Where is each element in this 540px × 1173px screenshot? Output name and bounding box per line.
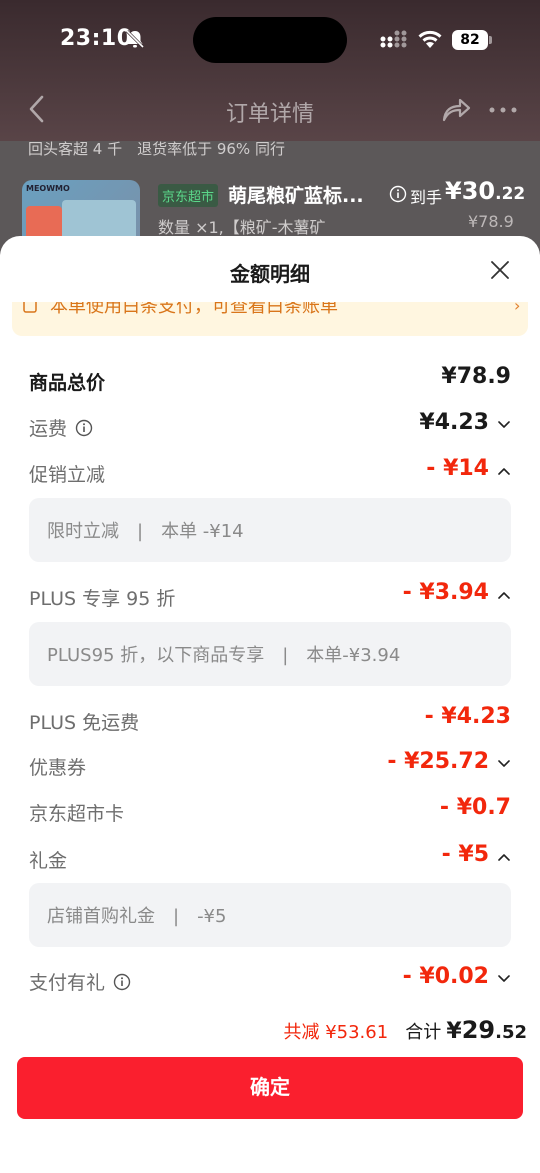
thumbnail-brand: MEOWMO xyxy=(26,184,70,193)
bell-muted-icon xyxy=(125,29,145,49)
total-reduction: 共减 ¥53.61 xyxy=(283,1022,389,1043)
final-price: ¥30.22 xyxy=(445,177,525,205)
wifi-icon xyxy=(418,30,442,48)
gift-money-detail-text: 店铺首购礼金 | -¥5 xyxy=(47,906,227,927)
row-value: - ¥0.02 xyxy=(402,964,489,989)
row-value: - ¥4.23 xyxy=(424,704,511,729)
row-coupon[interactable]: 优惠券 - ¥25.72 xyxy=(29,749,511,781)
row-goods-total: 商品总价 ¥78.9 xyxy=(29,364,511,396)
row-supermarket-card: 京东超市卡 - ¥0.7 xyxy=(29,795,511,827)
banner-text: 本单使用白条支付，可查看白条账单 xyxy=(50,302,338,317)
bill-icon xyxy=(23,302,37,313)
more-icon[interactable] xyxy=(488,106,518,114)
row-gift-money[interactable]: 礼金 - ¥5 xyxy=(29,842,511,874)
chevron-up-icon[interactable] xyxy=(497,464,511,478)
row-label: 运费 xyxy=(29,418,68,440)
info-icon[interactable] xyxy=(389,185,407,203)
total-dec: .52 xyxy=(495,1022,527,1043)
row-label-wrap: 支付有礼 xyxy=(29,968,131,995)
chevron-right-icon: › xyxy=(514,302,521,315)
status-bar: 23:10 82 xyxy=(0,17,540,63)
original-price: ¥78.9 xyxy=(468,212,514,231)
row-label: 京东超市卡 xyxy=(29,803,125,825)
status-time: 23:10 xyxy=(60,26,133,51)
promotion-detail: 限时立减 | 本单 -¥14 xyxy=(29,498,511,562)
cellular-signal-icon xyxy=(380,30,407,48)
battery-indicator: 82 xyxy=(452,30,492,50)
row-label: 礼金 xyxy=(29,850,68,872)
row-plus-discount[interactable]: PLUS 专享 95 折 - ¥3.94 xyxy=(29,580,511,612)
row-value: ¥78.9 xyxy=(441,364,511,389)
jd-supermarket-tag: 京东超市 xyxy=(158,184,219,207)
row-value: - ¥3.94 xyxy=(402,580,489,605)
row-label: 优惠券 xyxy=(29,757,87,779)
row-label-wrap: 运费 xyxy=(29,414,93,441)
row-promotion[interactable]: 促销立减 - ¥14 xyxy=(29,456,511,488)
total-summary: 共减 ¥53.61 合计 ¥29.52 xyxy=(283,1016,527,1044)
info-icon[interactable] xyxy=(75,419,93,437)
sheet-title: 金额明细 xyxy=(230,262,310,286)
chevron-up-icon[interactable] xyxy=(497,850,511,864)
confirm-button[interactable]: 确定 xyxy=(17,1057,523,1119)
final-price-currency: ¥ xyxy=(445,177,462,205)
row-value: - ¥25.72 xyxy=(387,749,489,774)
row-value: ¥4.23 xyxy=(419,410,489,435)
chevron-up-icon[interactable] xyxy=(497,588,511,602)
row-plus-free-shipping: PLUS 免运费 - ¥4.23 xyxy=(29,704,511,736)
store-info: 回头客超 4 千 退货率低于 96% 同行 xyxy=(28,140,285,158)
battery-level: 82 xyxy=(452,30,488,50)
total-int: 29 xyxy=(461,1016,496,1044)
total-amount: ¥29.52 xyxy=(446,1016,527,1044)
plus-discount-detail: PLUS95 折，以下商品专享 | 本单-¥3.94 xyxy=(29,622,511,686)
product-quantity: 数量 ×1,【粮矿-木薯矿 xyxy=(158,218,326,237)
info-icon[interactable] xyxy=(113,973,131,991)
total-currency: ¥ xyxy=(446,1019,462,1044)
promotion-detail-text: 限时立减 | 本单 -¥14 xyxy=(47,521,244,542)
row-label: 促销立减 xyxy=(29,464,106,486)
row-label: 商品总价 xyxy=(29,372,106,394)
baitiao-banner[interactable]: 本单使用白条支付，可查看白条账单 › xyxy=(12,302,528,336)
final-price-int: 30 xyxy=(461,177,496,205)
chevron-down-icon[interactable] xyxy=(497,418,511,432)
chevron-down-icon[interactable] xyxy=(497,757,511,771)
product-title[interactable]: 萌尾粮矿蓝标... xyxy=(228,181,364,208)
dynamic-island xyxy=(193,17,347,63)
chevron-down-icon[interactable] xyxy=(497,972,511,986)
row-value: - ¥14 xyxy=(426,456,489,481)
final-price-dec: .22 xyxy=(495,184,526,204)
final-price-label: 到手 xyxy=(410,188,443,207)
row-payment-gift[interactable]: 支付有礼 - ¥0.02 xyxy=(29,964,511,996)
row-label: 支付有礼 xyxy=(29,972,106,994)
plus-discount-detail-text: PLUS95 折，以下商品专享 | 本单-¥3.94 xyxy=(47,645,401,666)
gift-money-detail: 店铺首购礼金 | -¥5 xyxy=(29,883,511,947)
row-label: PLUS 免运费 xyxy=(29,712,140,734)
amount-detail-sheet: 金额明细 本单使用白条支付，可查看白条账单 › 商品总价 ¥78.9 运费 ¥4… xyxy=(0,236,540,1173)
row-label: PLUS 专享 95 折 xyxy=(29,588,176,610)
share-icon[interactable] xyxy=(440,94,472,124)
row-value: - ¥0.7 xyxy=(439,795,511,820)
row-shipping[interactable]: 运费 ¥4.23 xyxy=(29,410,511,442)
total-label: 合计 xyxy=(405,1022,442,1043)
navbar: 订单详情 xyxy=(0,88,540,132)
close-icon[interactable] xyxy=(489,259,511,281)
battery-cap xyxy=(489,36,492,44)
row-value: - ¥5 xyxy=(441,842,489,867)
